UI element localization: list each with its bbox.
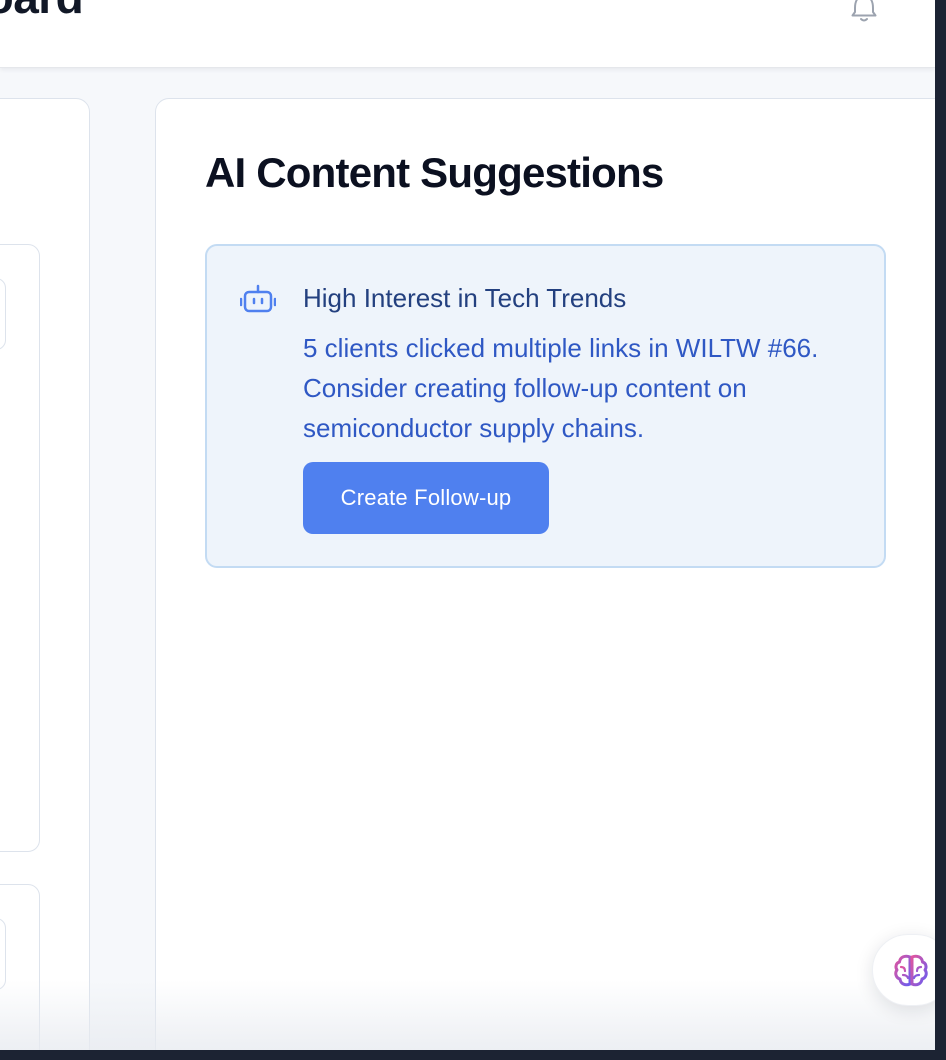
ai-suggestions-title: AI Content Suggestions bbox=[205, 149, 664, 196]
suggestion-title: High Interest in Tech Trends bbox=[303, 283, 627, 313]
page-title: board bbox=[0, 0, 84, 25]
left-inner-item-secondary bbox=[0, 918, 6, 990]
ai-suggestions-card bbox=[155, 98, 935, 1050]
brain-icon bbox=[894, 954, 928, 987]
robot-icon bbox=[240, 284, 276, 313]
ai-assistant-fab[interactable] bbox=[872, 934, 935, 1006]
create-follow-up-button[interactable]: Create Follow-up bbox=[303, 462, 549, 534]
left-inner-item bbox=[0, 278, 6, 350]
window-frame-bottom bbox=[0, 1050, 946, 1060]
top-header: board bbox=[0, 0, 935, 68]
notification-bell-icon[interactable] bbox=[846, 0, 882, 26]
app-viewport: board AI Content Suggestions High Intere… bbox=[0, 0, 935, 1050]
left-inner-panel-secondary bbox=[0, 884, 40, 1050]
window-frame-right bbox=[935, 0, 946, 1060]
suggestion-description: 5 clients clicked multiple links in WILT… bbox=[303, 333, 819, 443]
left-inner-panel bbox=[0, 244, 40, 852]
